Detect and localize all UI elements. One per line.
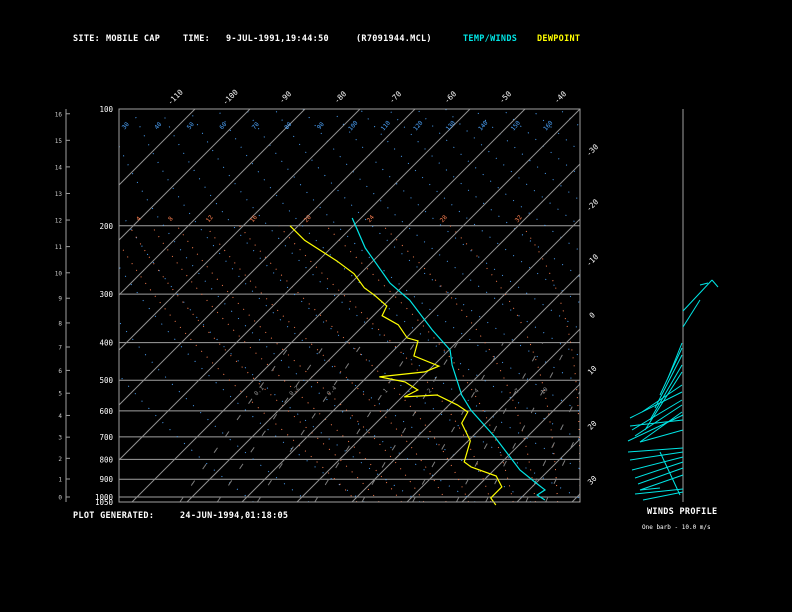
legend-dewpoint: DEWPOINT: [537, 34, 580, 44]
pressure-tick-label: 500: [99, 376, 113, 385]
winds-profile-title: WINDS PROFILE: [647, 507, 717, 517]
height-tick-label: 15: [55, 138, 63, 145]
pressure-tick-label: 800: [99, 455, 113, 464]
skew-t-chart: SITE: MOBILE CAP TIME: 9-JUL-1991,19:44:…: [0, 0, 792, 612]
height-tick-label: 16: [55, 111, 63, 118]
height-tick-label: 8: [58, 320, 62, 327]
winds-barb-note: One barb - 10.0 m/s: [642, 524, 711, 531]
height-tick-label: 5: [58, 391, 62, 398]
pressure-tick-label: 300: [99, 290, 113, 299]
height-tick-label: 12: [55, 218, 63, 225]
pressure-tick-label: 400: [99, 339, 113, 348]
height-tick-label: 7: [58, 344, 62, 351]
height-tick-label: 9: [58, 296, 62, 303]
pressure-tick-label: 700: [99, 433, 113, 442]
pressure-tick-label: 900: [99, 475, 113, 484]
height-tick-label: 0: [58, 495, 62, 502]
height-tick-label: 10: [55, 270, 63, 277]
pressure-tick-label: 100: [99, 105, 113, 114]
pressure-tick-label: 200: [99, 222, 113, 231]
site-value: MOBILE CAP: [106, 34, 160, 44]
height-tick-label: 6: [58, 368, 62, 375]
file-name: (R7091944.MCL): [356, 34, 432, 44]
height-tick-label: 13: [55, 191, 63, 198]
time-value: 9-JUL-1991,19:44:50: [226, 34, 329, 44]
plot-generated-value: 24-JUN-1994,01:18:05: [180, 511, 288, 521]
height-tick-label: 4: [58, 413, 62, 420]
pressure-tick-label: 600: [99, 407, 113, 416]
site-label: SITE:: [73, 34, 100, 44]
legend-temp-winds: TEMP/WINDS: [463, 34, 517, 44]
height-tick-label: 14: [55, 164, 63, 171]
height-tick-label: 3: [58, 435, 62, 442]
pressure-tick-label: 1050: [95, 498, 114, 507]
height-tick-label: 2: [58, 456, 62, 463]
time-label: TIME:: [183, 34, 210, 44]
height-tick-label: 11: [55, 244, 63, 251]
plot-generated-label: PLOT GENERATED:: [73, 511, 154, 521]
height-tick-label: 1: [58, 476, 62, 483]
